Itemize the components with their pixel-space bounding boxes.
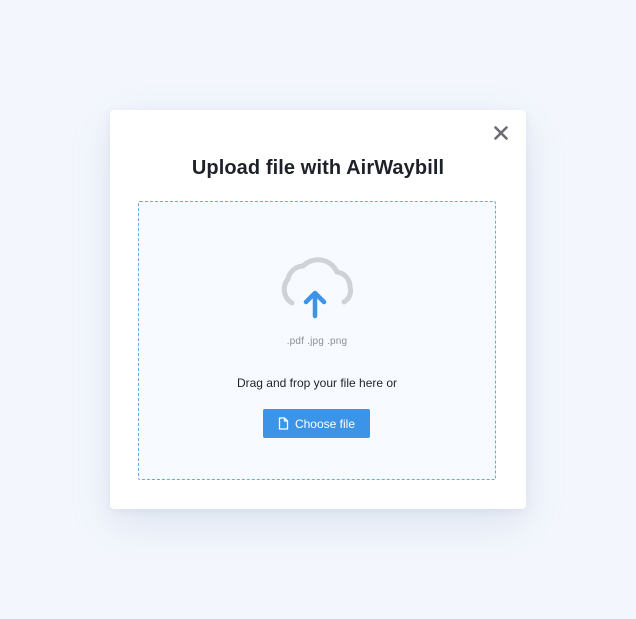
- upload-dialog: Upload file with AirWaybill .pdf .jpg .p…: [110, 110, 526, 509]
- choose-file-label: Choose file: [294, 416, 356, 431]
- close-icon: [494, 126, 508, 140]
- choose-file-button[interactable]: Choose file: [263, 409, 370, 438]
- drag-drop-instruction: Drag and frop your file here or: [236, 376, 398, 390]
- file-icon: [278, 417, 289, 430]
- close-button[interactable]: [492, 124, 510, 142]
- accepted-formats: .pdf .jpg .png: [286, 336, 348, 347]
- file-dropzone[interactable]: .pdf .jpg .png Drag and frop your file h…: [138, 201, 496, 480]
- dialog-title: Upload file with AirWaybill: [191, 157, 445, 179]
- cloud-upload-icon: [281, 257, 354, 319]
